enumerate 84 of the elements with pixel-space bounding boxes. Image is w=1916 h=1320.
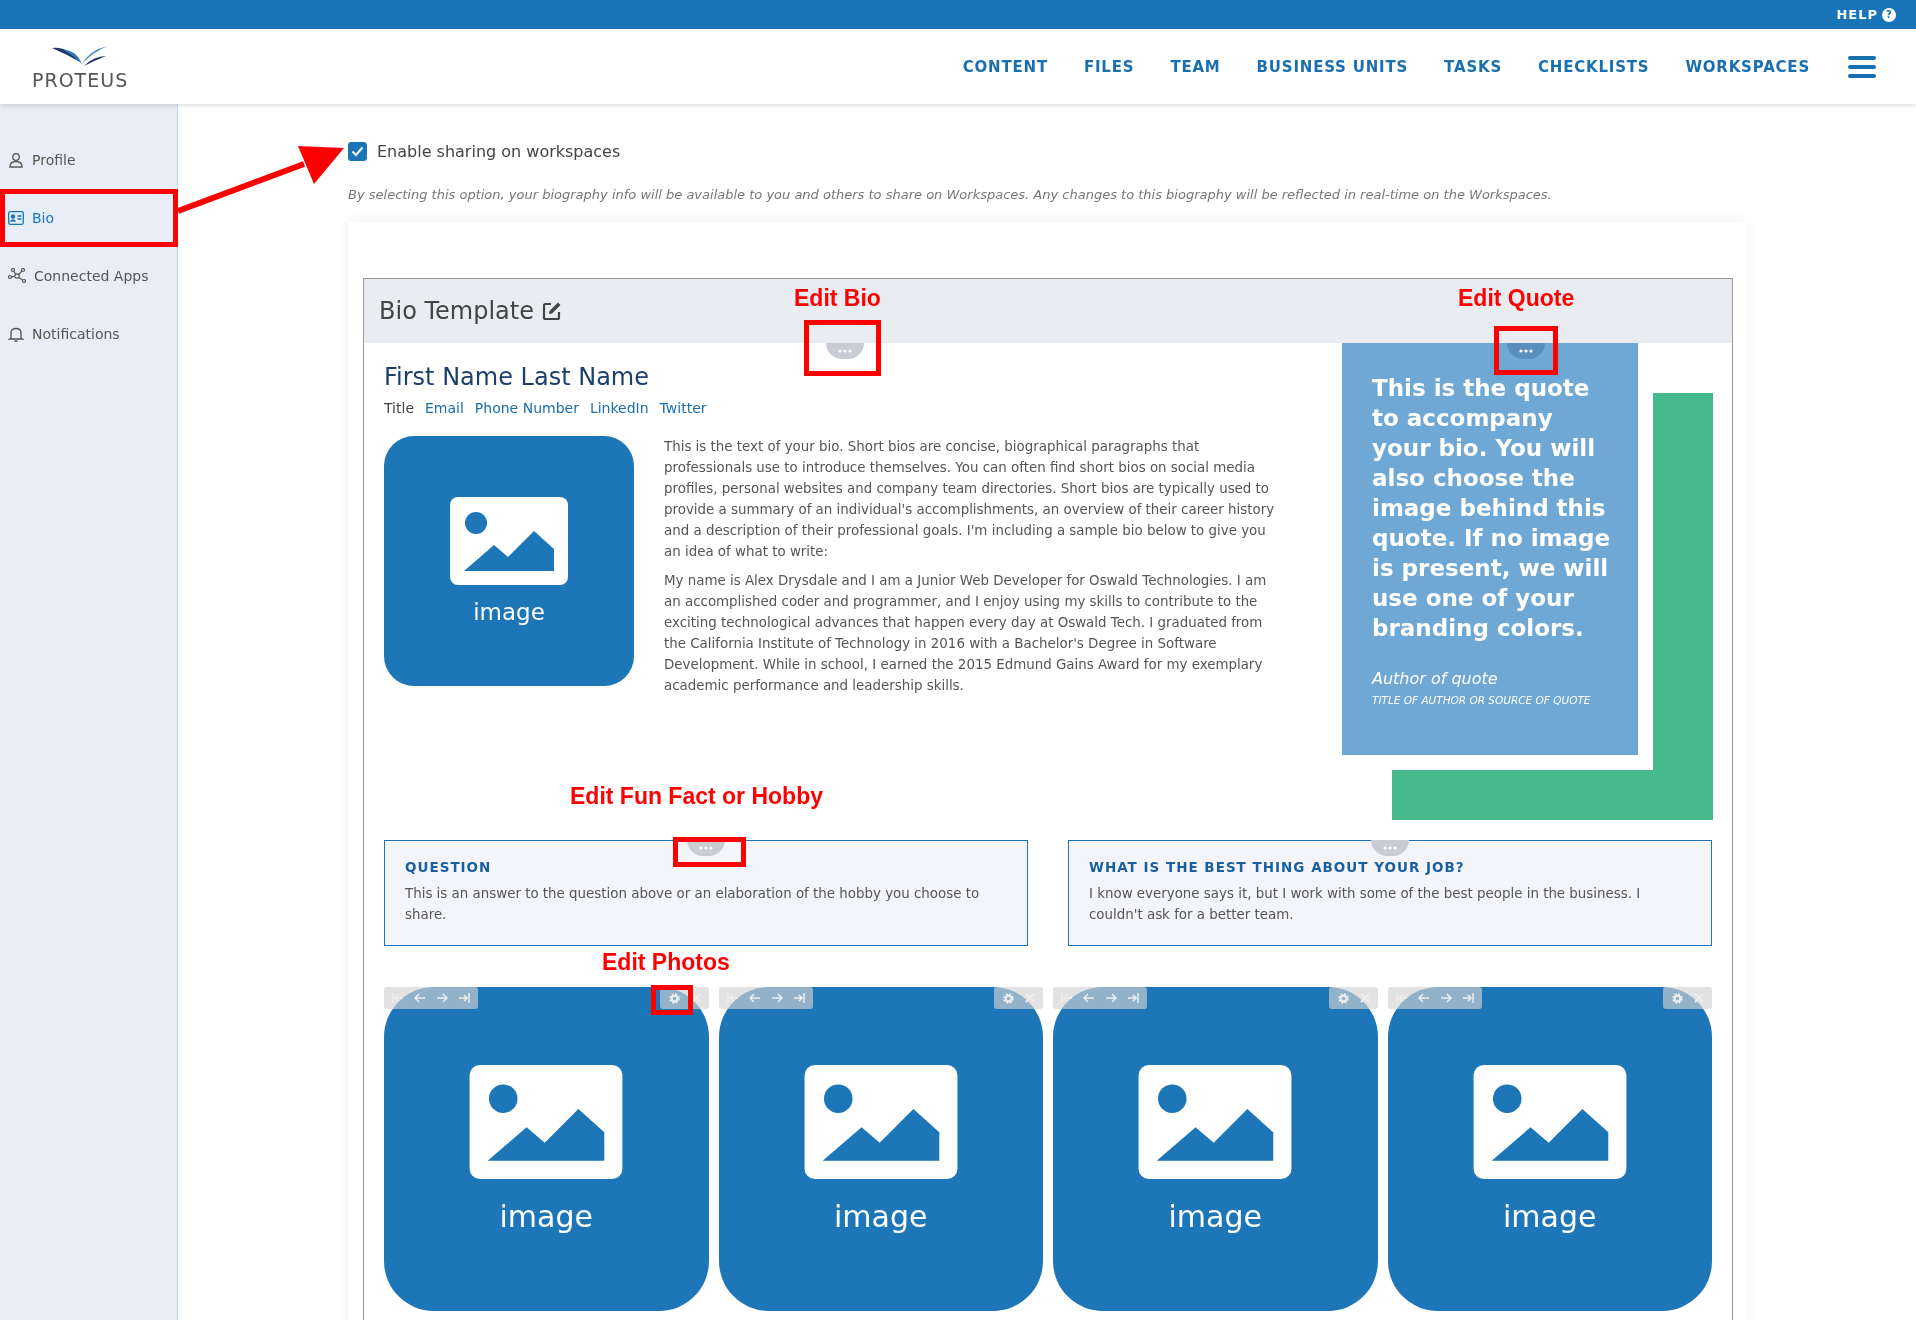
- person-icon: [8, 152, 24, 168]
- nav-link[interactable]: TEAM: [1170, 57, 1221, 76]
- nav-link[interactable]: FILES: [1083, 57, 1135, 76]
- settings-icon[interactable]: [1336, 991, 1350, 1005]
- contact-link[interactable]: LinkedIn: [589, 400, 649, 416]
- image-label: image: [834, 1198, 928, 1234]
- annotation-label: Edit Quote: [1458, 285, 1575, 312]
- arrow-left-icon[interactable]: [414, 993, 426, 1003]
- bio-paragraph: This is the text of your bio. Short bios are concise, biographical paragraphs that professionals use to introduce themselves. You can often find short bios on social media profiles, personal websites and company team directories. Short bios are typically used to provide a summary of an individual's accomplishments, an overview of their career history and a description of their professional goals. I'm including a sample bio below to give you an idea of what to write:: [664, 438, 1276, 561]
- nav-link[interactable]: WORKSPACES: [1685, 57, 1810, 76]
- ellipsis-icon: [838, 349, 852, 353]
- first-icon[interactable]: [1061, 993, 1073, 1003]
- sidebar-item[interactable]: Bio: [0, 189, 177, 247]
- last-icon[interactable]: [458, 993, 470, 1003]
- image-icon: [1138, 1064, 1293, 1179]
- arrow-right-icon[interactable]: [1105, 993, 1117, 1003]
- checkbox-label: Enable sharing on workspaces: [377, 142, 621, 161]
- sidebar-item[interactable]: Profile: [0, 131, 177, 189]
- arrow-right-icon[interactable]: [770, 993, 783, 1003]
- person-name: First Name Last Name: [384, 363, 650, 391]
- settings-icon[interactable]: [667, 991, 681, 1005]
- close-icon[interactable]: [690, 993, 701, 1003]
- annotation-label: Edit Photos: [602, 949, 730, 976]
- image-label: image: [499, 1198, 593, 1234]
- sharing-note: By selecting this option, your biography info will be available to you and others to share on Workspaces. Any changes to this biography will be reflected in real-time on the Workspaces.: [348, 187, 1553, 202]
- sidebar-item[interactable]: Notifications: [0, 305, 177, 363]
- first-icon[interactable]: [726, 993, 739, 1003]
- more-button[interactable]: [826, 343, 864, 359]
- image-icon: [1472, 1064, 1627, 1179]
- settings-icon[interactable]: [1002, 991, 1015, 1005]
- contact-title: Title: [384, 400, 414, 416]
- ellipsis-icon: [1383, 846, 1397, 850]
- image-icon: [450, 497, 568, 585]
- last-icon[interactable]: [1127, 993, 1139, 1003]
- quote-author: Author of quote: [1372, 669, 1499, 688]
- ellipsis-icon: [1519, 349, 1533, 353]
- arrow-left-icon[interactable]: [1417, 993, 1430, 1003]
- arrow-right-icon[interactable]: [1439, 993, 1452, 1003]
- arrow-left-icon[interactable]: [748, 993, 761, 1003]
- bell-icon: [8, 326, 24, 342]
- logo[interactable]: PROTEUS: [32, 43, 129, 90]
- first-icon[interactable]: [1395, 993, 1408, 1003]
- bio-paragraph: My name is Alex Drysdale and I am a Junior Web Developer for Oswald Technologies. I am an accomplished coder and programmer, and I enjoy using my skills to contribute to the exciting technological advances that happen every day at Oswald Tech. I graduated from the California Institute of Technology in 2016 with a Bachelor's Degree in Software Development. While in school, I earned the 2015 Edmund Gains Award for my exemplary academic performance and leadership skills.: [664, 572, 1268, 695]
- quote-text: This is the quote to accompany your bio. You will also choose the image behind this quote. If no image is present, we will use one of your branding colors.: [1372, 374, 1612, 643]
- fact-answer: This is an answer to the question above or an elaboration of the hobby you choose to share.: [405, 885, 981, 924]
- nav-link[interactable]: CONTENT: [962, 57, 1048, 76]
- quote-source: TITLE OF AUTHOR OR SOURCE OF QUOTE: [1372, 693, 1592, 708]
- help-link[interactable]: HELP ?: [1836, 7, 1896, 22]
- last-icon[interactable]: [1461, 993, 1474, 1003]
- arrow-right-icon[interactable]: [436, 993, 448, 1003]
- image-label: image: [1503, 1198, 1597, 1234]
- highlight-box: [651, 985, 693, 1015]
- close-icon[interactable]: [1694, 993, 1704, 1003]
- image-icon: [803, 1064, 958, 1179]
- contact-link[interactable]: Phone Number: [474, 400, 579, 416]
- id-card-icon: [8, 211, 24, 225]
- checkbox[interactable]: [348, 142, 367, 161]
- contact-link[interactable]: Email: [425, 400, 464, 416]
- annotation-label: Edit Fun Fact or Hobby: [570, 783, 823, 810]
- edit-icon[interactable]: [541, 301, 562, 321]
- annotation-label: Edit Bio: [794, 285, 881, 312]
- more-button[interactable]: [1507, 343, 1545, 359]
- ellipsis-icon: [699, 846, 713, 850]
- nav-link[interactable]: TASKS: [1444, 57, 1502, 76]
- menu-icon[interactable]: [1848, 55, 1876, 78]
- arrow-left-icon[interactable]: [1083, 993, 1095, 1003]
- template-title: Bio Template: [379, 297, 534, 325]
- image-icon: [469, 1064, 624, 1179]
- highlight-box: [1494, 326, 1558, 375]
- image-label: image: [1168, 1198, 1262, 1234]
- fact-answer: I know everyone says it, but I work with some of the best people in the business. I couldn't ask for a better team.: [1089, 885, 1642, 924]
- fact-question: QUESTION: [405, 859, 493, 875]
- nav-link[interactable]: CHECKLISTS: [1538, 57, 1650, 76]
- close-icon[interactable]: [1025, 993, 1035, 1003]
- nav-link[interactable]: BUSINESS UNITS: [1256, 57, 1409, 76]
- settings-icon[interactable]: [1671, 991, 1684, 1005]
- sidebar-item[interactable]: Connected Apps: [0, 247, 177, 305]
- network-icon: [8, 268, 26, 284]
- image-label: image: [473, 599, 545, 625]
- close-icon[interactable]: [1359, 993, 1370, 1003]
- fact-question: WHAT IS THE BEST THING ABOUT YOUR JOB?: [1089, 859, 1466, 875]
- first-icon[interactable]: [392, 993, 404, 1003]
- last-icon[interactable]: [792, 993, 805, 1003]
- contact-link[interactable]: Twitter: [659, 400, 707, 416]
